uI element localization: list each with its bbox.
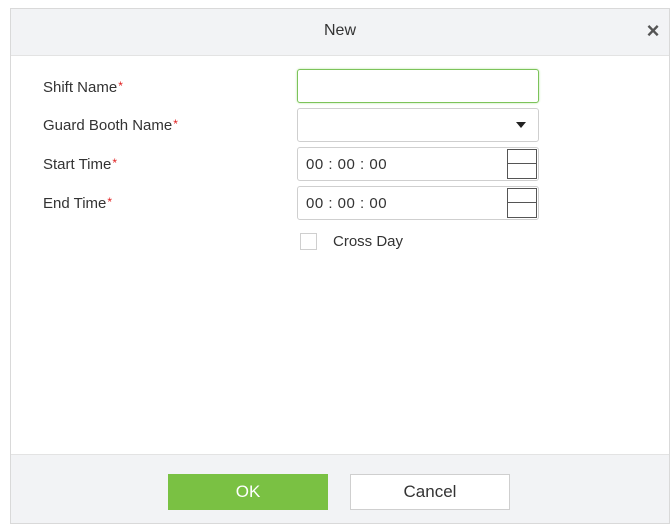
end-time-value: 00 : 00 : 00 [306,195,388,212]
dialog-titlebar: New × [11,9,669,56]
guard-booth-name-select[interactable] [297,108,539,142]
shift-name-label-text: Shift Name [43,79,118,96]
time-spinner-icon[interactable] [507,188,537,218]
shift-name-input[interactable] [297,69,539,103]
dialog-title: New [323,22,356,39]
guard-booth-name-label: Guard Booth Name* [43,117,178,134]
close-icon[interactable]: × [643,19,663,43]
start-time-value: 00 : 00 : 00 [306,156,388,173]
new-shift-dialog: New × Shift Name* Guard Booth Name* Star… [10,8,670,524]
end-time-label: End Time* [43,195,112,212]
end-time-label-text: End Time [43,195,107,212]
time-spinner-icon[interactable] [507,149,537,179]
start-time-input[interactable]: 00 : 00 : 00 [297,147,539,181]
required-marker: * [173,117,178,131]
required-marker: * [112,156,118,170]
chevron-down-icon [516,122,526,128]
ok-button[interactable]: OK [168,474,328,510]
cross-day-label[interactable]: Cross Day [333,233,403,250]
start-time-label-text: Start Time [43,156,112,173]
cancel-button[interactable]: Cancel [350,474,510,510]
cross-day-checkbox[interactable] [300,233,317,250]
guard-booth-name-label-text: Guard Booth Name [43,117,173,134]
shift-name-label: Shift Name* [43,79,123,96]
required-marker: * [118,79,123,93]
required-marker: * [107,195,113,209]
end-time-input[interactable]: 00 : 00 : 00 [297,186,539,220]
start-time-label: Start Time* [43,156,117,173]
dialog-footer: OK Cancel [11,454,669,523]
